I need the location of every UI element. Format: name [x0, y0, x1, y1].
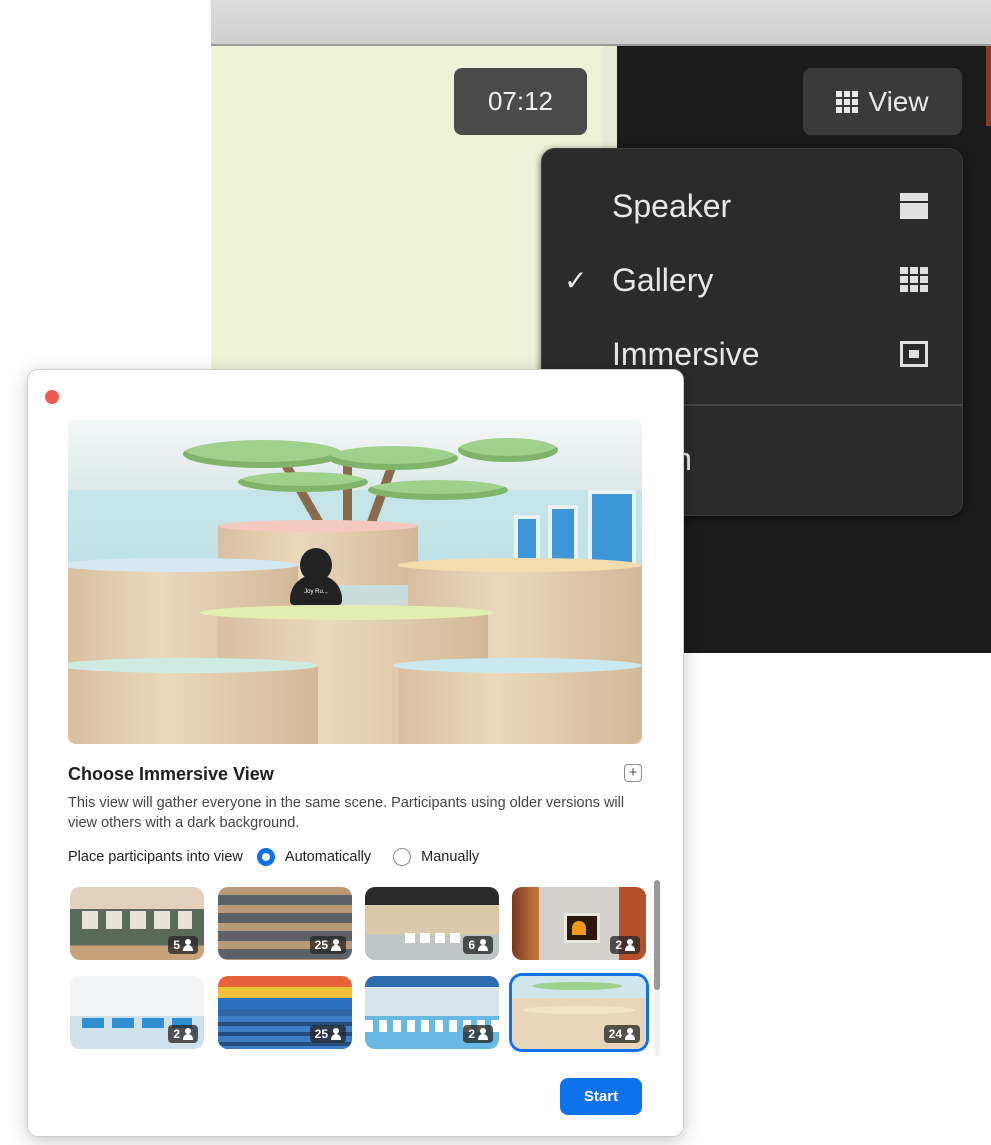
person-icon: [183, 1028, 193, 1040]
participant-count: 2: [615, 938, 622, 952]
participant-count-badge: 6: [463, 936, 493, 954]
preview-tree-canopy: [458, 438, 558, 462]
preview-podium-top: [398, 558, 642, 572]
scene-art: [532, 982, 622, 990]
placement-label: Place participants into view: [68, 849, 243, 865]
scene-thumbnail[interactable]: 6: [365, 887, 499, 960]
participant-count-badge: 2: [610, 936, 640, 954]
radio-manually[interactable]: [393, 848, 412, 866]
radio-manually-label[interactable]: Manually: [421, 849, 479, 865]
menu-item-label: Immersive: [612, 335, 760, 372]
participant-count: 25: [314, 938, 328, 952]
scene-thumbnail[interactable]: 25: [218, 976, 352, 1049]
scene-art: [522, 1006, 636, 1014]
participant-count-badge: 25: [309, 1025, 346, 1043]
scrollbar-thumb[interactable]: [654, 880, 660, 990]
participant-count: 6: [468, 938, 475, 952]
person-icon: [331, 939, 341, 951]
person-icon: [331, 1028, 341, 1040]
window-edge: [986, 46, 991, 126]
radio-automatically[interactable]: [256, 848, 275, 866]
participant-count: 25: [314, 1027, 328, 1041]
close-button[interactable]: [45, 390, 59, 404]
person-icon: [478, 939, 488, 951]
preview-tree-canopy: [368, 480, 508, 500]
dialog-description: This view will gather everyone in the sa…: [68, 795, 625, 831]
scene-thumbnail[interactable]: 2: [512, 887, 646, 960]
window-titlebar: [211, 0, 991, 46]
person-icon: [478, 1028, 488, 1040]
scene-thumbnail[interactable]: 25: [218, 887, 352, 960]
participant-count: 5: [173, 938, 180, 952]
participant-count: 2: [468, 1027, 475, 1041]
speaker-view-icon: [900, 193, 928, 219]
immersive-view-dialog: Joy Ru... Choose Immersive View + This v…: [28, 370, 683, 1136]
participant-count-badge: 2: [463, 1025, 493, 1043]
menu-item-speaker[interactable]: Speaker: [542, 171, 962, 241]
fire-art: [572, 921, 586, 935]
scene-thumbnail[interactable]: 2: [365, 976, 499, 1049]
participant-count-badge: 24: [603, 1025, 640, 1043]
preview-podium-top: [200, 605, 494, 620]
participant-count-badge: 25: [309, 936, 346, 954]
placement-options: Place participants into view Automatical…: [68, 845, 479, 869]
preview-podium: [398, 665, 642, 744]
scene-thumbnail[interactable]: 5: [70, 887, 204, 960]
radio-automatically-label[interactable]: Automatically: [285, 849, 371, 865]
scene-thumbnail-selected[interactable]: 24: [512, 976, 646, 1049]
scene-preview: Joy Ru...: [68, 420, 642, 744]
scene-grid: 5 25 6 2 2 25 2 24: [68, 885, 653, 1055]
meeting-timer: 07:12: [454, 68, 587, 135]
scene-art: [405, 933, 465, 943]
immersive-view-icon: [900, 341, 928, 367]
start-button[interactable]: Start: [560, 1078, 642, 1115]
preview-tree-canopy: [183, 440, 343, 468]
menu-item-label: Speaker: [612, 187, 732, 224]
participant-count-badge: 2: [168, 1025, 198, 1043]
person-icon: [183, 939, 193, 951]
grid-icon: [836, 90, 859, 113]
participant-count-badge: 5: [168, 936, 198, 954]
view-button-label: View: [868, 85, 929, 117]
scene-thumbnail[interactable]: 2: [70, 976, 204, 1049]
preview-podium-top: [68, 558, 298, 572]
menu-item-label: Gallery: [612, 261, 714, 298]
preview-tree-canopy: [328, 446, 458, 470]
preview-podium-top: [393, 658, 642, 673]
check-icon: ✓: [564, 264, 588, 296]
preview-podium-top: [68, 658, 318, 673]
preview-podium-top: [218, 520, 418, 532]
participant-count: 2: [173, 1027, 180, 1041]
gallery-view-icon: [900, 267, 928, 293]
dialog-title: Choose Immersive View: [68, 764, 274, 784]
plus-icon[interactable]: +: [624, 764, 642, 782]
participant-count: 24: [608, 1027, 622, 1041]
preview-tree-canopy: [238, 472, 368, 492]
person-icon: [625, 939, 635, 951]
scene-art: [82, 911, 192, 929]
view-button[interactable]: View: [803, 68, 962, 135]
scene-scrollbar[interactable]: [654, 880, 660, 1056]
menu-item-gallery[interactable]: ✓ Gallery: [542, 245, 962, 315]
person-icon: [625, 1028, 635, 1040]
preview-podium: [68, 665, 318, 744]
